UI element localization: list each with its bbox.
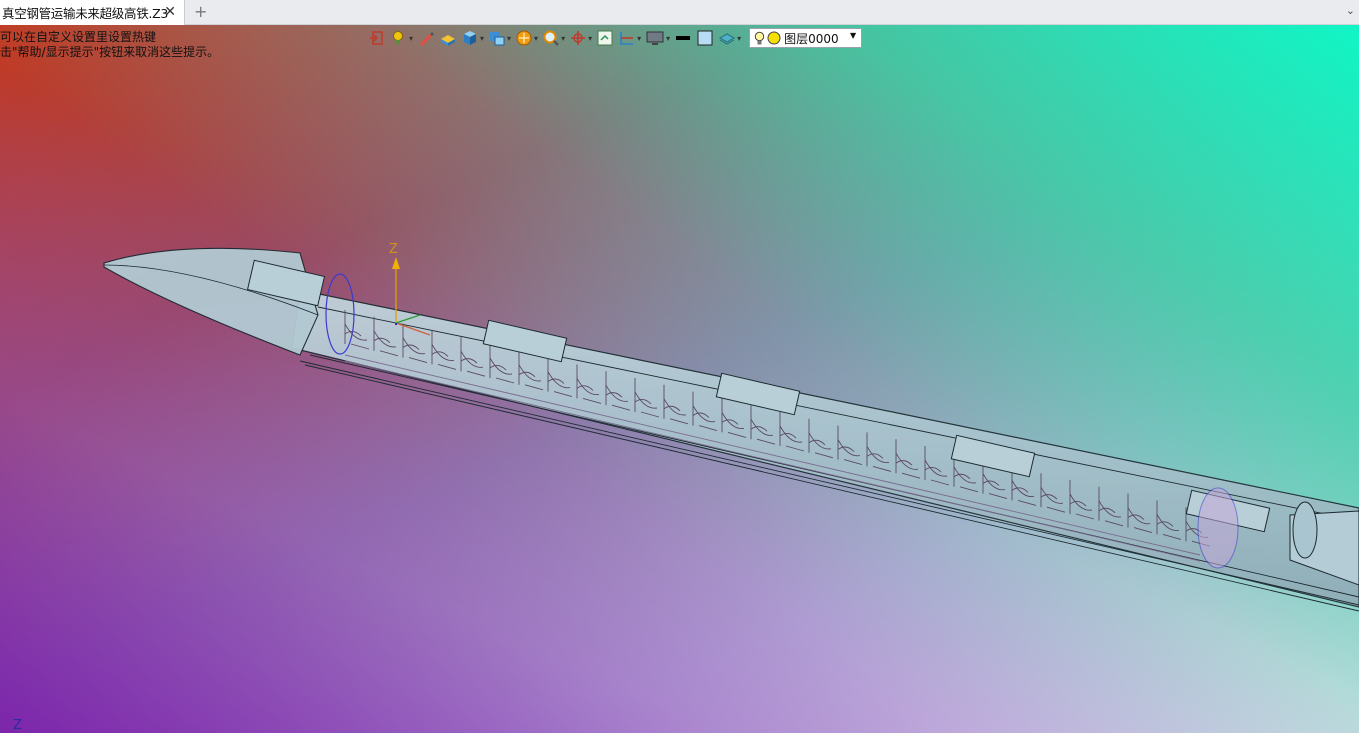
line-style-button[interactable]	[674, 28, 692, 48]
section-view-icon	[620, 32, 634, 45]
corner-z-axis-label: Z	[13, 718, 22, 733]
close-tab-icon[interactable]: ✕	[164, 4, 176, 20]
zoom-icon	[543, 30, 559, 46]
fit-view-button[interactable]	[596, 28, 614, 48]
hint-line-2: 击"帮助/显示提示"按钮来取消这些提示。	[0, 45, 220, 59]
chevron-down-icon: ▼	[849, 31, 857, 40]
monitor-button[interactable]: ▾	[645, 28, 670, 48]
cube-view-icon	[464, 31, 477, 45]
hint-line-1: 可以在自定义设置里设置热键	[0, 30, 157, 44]
render-sphere-icon	[516, 30, 532, 46]
layer-dropdown[interactable]: 图层0000 ▼	[749, 28, 863, 48]
view-toolbar: ▾ ▾ ▾ ▾ ▾ ▾ ▾ ▾ ▾ 图层0000 ▼	[368, 27, 863, 49]
document-tab-title: 真空钢管运输未来超级高铁.Z3	[2, 6, 168, 21]
layer-color-dot-icon	[767, 31, 781, 45]
line-style-icon	[676, 36, 691, 40]
layer-stack-icon	[719, 33, 736, 45]
exit-view-button[interactable]	[368, 28, 386, 48]
solid-block-icon	[441, 35, 456, 46]
layer-value: 图层0000	[784, 31, 839, 46]
axis-crosshair-button[interactable]: ▾	[569, 28, 592, 48]
hint-text: 可以在自定义设置里设置热键 击"帮助/显示提示"按钮来取消这些提示。	[0, 30, 219, 60]
new-tab-icon[interactable]: +	[194, 3, 207, 21]
tab-list-chevron-icon[interactable]: ⌄	[1346, 4, 1355, 17]
lightbulb-icon	[754, 31, 765, 44]
cube-view-button[interactable]: ▾	[461, 28, 484, 48]
pen-icon	[420, 32, 435, 46]
zoom-button[interactable]: ▾	[542, 28, 565, 48]
display-mode-button[interactable]: ▾	[488, 28, 511, 48]
monitor-icon	[646, 31, 664, 45]
color-swatch-icon	[697, 30, 713, 46]
pen-button[interactable]	[417, 28, 435, 48]
document-tab[interactable]: 真空钢管运输未来超级高铁.Z3 ✕	[0, 0, 185, 25]
color-swatch-button[interactable]	[696, 28, 714, 48]
display-mode-icon	[490, 32, 505, 46]
lightbulb-settings-button[interactable]: ▾	[390, 28, 413, 48]
render-sphere-button[interactable]: ▾	[515, 28, 538, 48]
lightbulb-settings-icon	[393, 31, 403, 44]
axis-crosshair-icon	[571, 31, 586, 45]
3d-viewport[interactable]: 可以在自定义设置里设置热键 击"帮助/显示提示"按钮来取消这些提示。 ▾ ▾ ▾…	[0, 25, 1359, 733]
section-view-button[interactable]: ▾	[618, 28, 641, 48]
3d-model-canvas: Z	[103, 242, 1359, 612]
solid-block-button[interactable]	[439, 28, 457, 48]
document-tab-bar: 真空钢管运输未来超级高铁.Z3 ✕ + ⌄	[0, 0, 1359, 25]
exit-view-icon	[370, 31, 383, 45]
z-axis-arrow-icon	[392, 257, 400, 269]
z-axis-label: Z	[389, 242, 398, 257]
fit-view-icon	[597, 30, 613, 46]
tube-body	[291, 289, 1359, 612]
layer-stack-button[interactable]: ▾	[718, 28, 741, 48]
